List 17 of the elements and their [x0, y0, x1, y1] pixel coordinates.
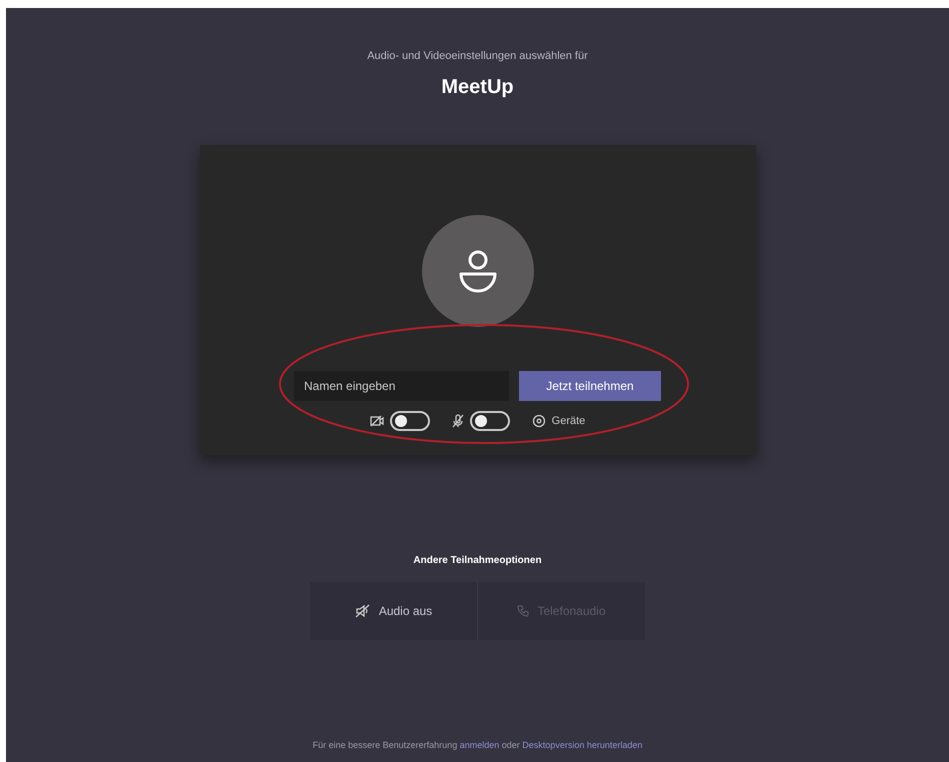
meeting-title: MeetUp	[441, 76, 514, 99]
microphone-off-icon	[452, 414, 464, 428]
microphone-toggle[interactable]	[470, 411, 510, 431]
name-field[interactable]: Namen eingeben	[294, 371, 509, 401]
footer-link[interactable]: anmelden	[460, 740, 500, 750]
speaker-off-icon	[354, 604, 371, 618]
footer-link[interactable]: Desktopversion herunterladen	[522, 740, 642, 750]
footer-text: Für eine bessere Benutzererfahrung anmelden oder Desktopversion herunterladen	[312, 740, 642, 750]
phone-icon	[517, 605, 530, 617]
join-button[interactable]: Jetzt teilnehmen	[519, 371, 661, 401]
devices-button[interactable]: Geräte	[532, 414, 586, 428]
camera-toggle[interactable]	[390, 411, 430, 431]
person-icon	[458, 249, 498, 293]
camera-off-icon	[370, 415, 384, 427]
options-title: Andere Teilnahmeoptionen	[413, 555, 542, 566]
audio-off-button[interactable]: Audio aus	[310, 582, 477, 640]
subtitle: Audio- und Videoeinstellungen auswählen für	[367, 50, 588, 62]
